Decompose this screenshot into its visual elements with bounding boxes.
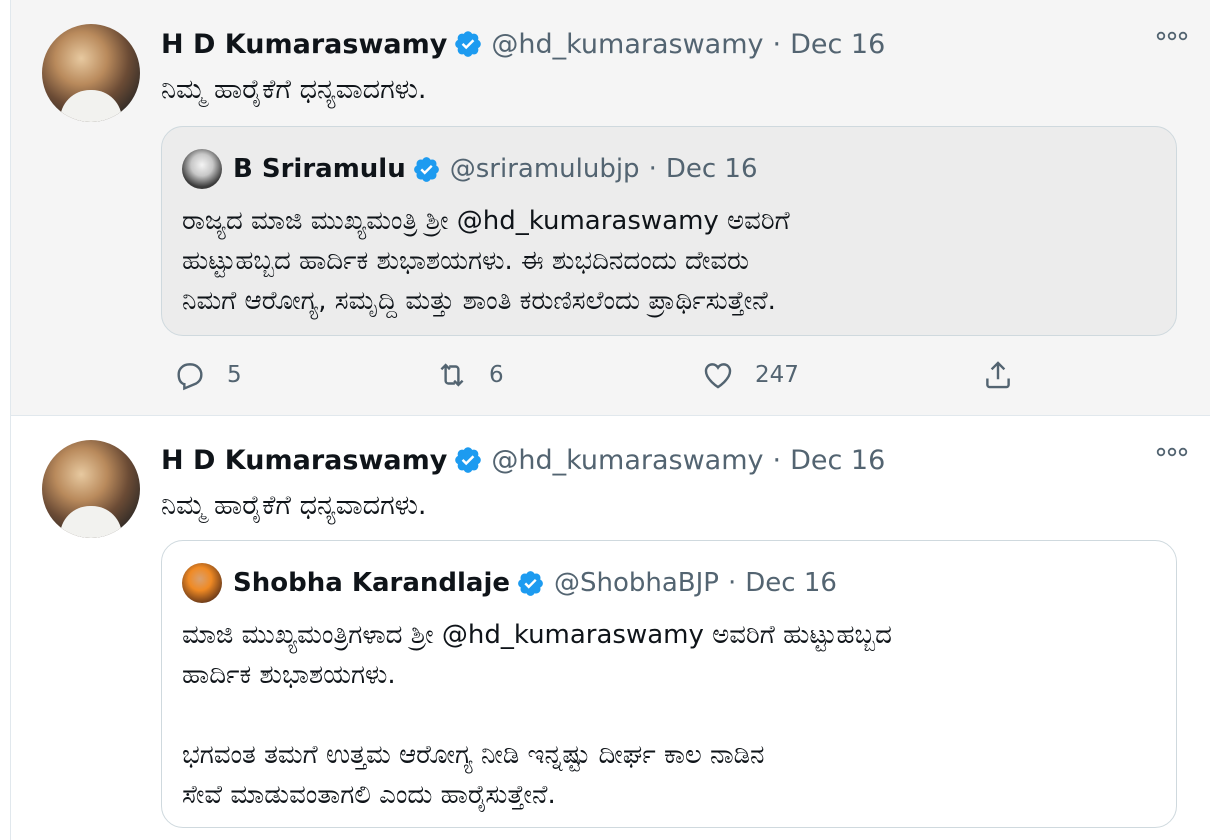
reply-count: 5 [227, 362, 242, 388]
more-options-icon[interactable] [1156, 30, 1188, 42]
separator-dot: · [772, 28, 782, 60]
quoted-tweet-header: B Sriramulu @sriramulubjp · Dec 16 [182, 149, 758, 189]
quoted-tweet[interactable]: B Sriramulu @sriramulubjp · Dec 16 ರಾಜ್ಯ… [161, 126, 1177, 336]
verified-badge-icon [455, 31, 482, 57]
reply-icon [177, 363, 203, 391]
avatar [182, 563, 222, 603]
quoted-tweet-text: ಮಾಜಿ ಮುಖ್ಯಮಂತ್ರಿಗಳಾದ ಶ್ರೀ @hd_kumaraswam… [182, 620, 892, 810]
like-button[interactable]: 247 [701, 358, 799, 392]
separator-dot: · [772, 444, 782, 476]
share-button[interactable] [981, 358, 1035, 392]
separator-dot: · [728, 568, 737, 598]
quoted-tweet-date: Dec 16 [745, 568, 837, 598]
tweet[interactable]: H D Kumaraswamy @hd_kumaraswamy · Dec 16… [10, 416, 1210, 840]
like-count: 247 [755, 362, 799, 388]
verified-badge-icon [518, 570, 543, 596]
reply-button[interactable]: 5 [173, 358, 242, 392]
tweet-date[interactable]: Dec 16 [790, 29, 885, 60]
author-handle[interactable]: @hd_kumaraswamy [491, 445, 763, 476]
avatar[interactable] [42, 440, 140, 538]
verified-badge-icon [413, 156, 439, 182]
tweet-header: H D Kumaraswamy @hd_kumaraswamy · Dec 16 [161, 26, 885, 62]
more-options-icon[interactable] [1156, 446, 1188, 458]
retweet-icon [440, 363, 464, 387]
author-handle[interactable]: @hd_kumaraswamy [491, 29, 763, 60]
tweet-header: H D Kumaraswamy @hd_kumaraswamy · Dec 16 [161, 442, 885, 478]
tweet-text: ನಿಮ್ಮ ಹಾರೈಕೆಗೆ ಧನ್ಯವಾದಗಳು. [161, 74, 427, 105]
separator-dot: · [648, 154, 657, 184]
quoted-tweet-date: Dec 16 [665, 154, 758, 184]
quoted-tweet-header: Shobha Karandlaje @ShobhaBJP · Dec 16 [182, 563, 837, 603]
quoted-author-handle: @sriramulubjp [449, 154, 640, 184]
retweet-count: 6 [489, 362, 504, 388]
avatar[interactable] [42, 24, 140, 122]
quoted-tweet[interactable]: Shobha Karandlaje @ShobhaBJP · Dec 16 ಮಾ… [161, 540, 1177, 828]
quoted-author-name: B Sriramulu [233, 154, 406, 184]
author-name[interactable]: H D Kumaraswamy [161, 445, 447, 476]
share-icon [986, 361, 1010, 389]
quoted-author-name: Shobha Karandlaje [233, 568, 510, 598]
verified-badge-icon [455, 447, 482, 473]
tweet[interactable]: H D Kumaraswamy @hd_kumaraswamy · Dec 16… [10, 0, 1210, 416]
tweet-date[interactable]: Dec 16 [790, 445, 885, 476]
avatar [182, 149, 222, 189]
quoted-tweet-text: ರಾಜ್ಯದ ಮಾಜಿ ಮುಖ್ಯಮಂತ್ರಿ ಶ್ರೀ @hd_kumaras… [182, 206, 790, 316]
tweet-text: ನಿಮ್ಮ ಹಾರೈಕೆಗೆ ಧನ್ಯವಾದಗಳು. [161, 490, 427, 521]
tweet-actions: 5 6 247 [161, 358, 1061, 398]
author-name[interactable]: H D Kumaraswamy [161, 29, 447, 60]
heart-icon [704, 363, 732, 389]
retweet-button[interactable]: 6 [435, 358, 504, 392]
quoted-author-handle: @ShobhaBJP [554, 568, 719, 598]
